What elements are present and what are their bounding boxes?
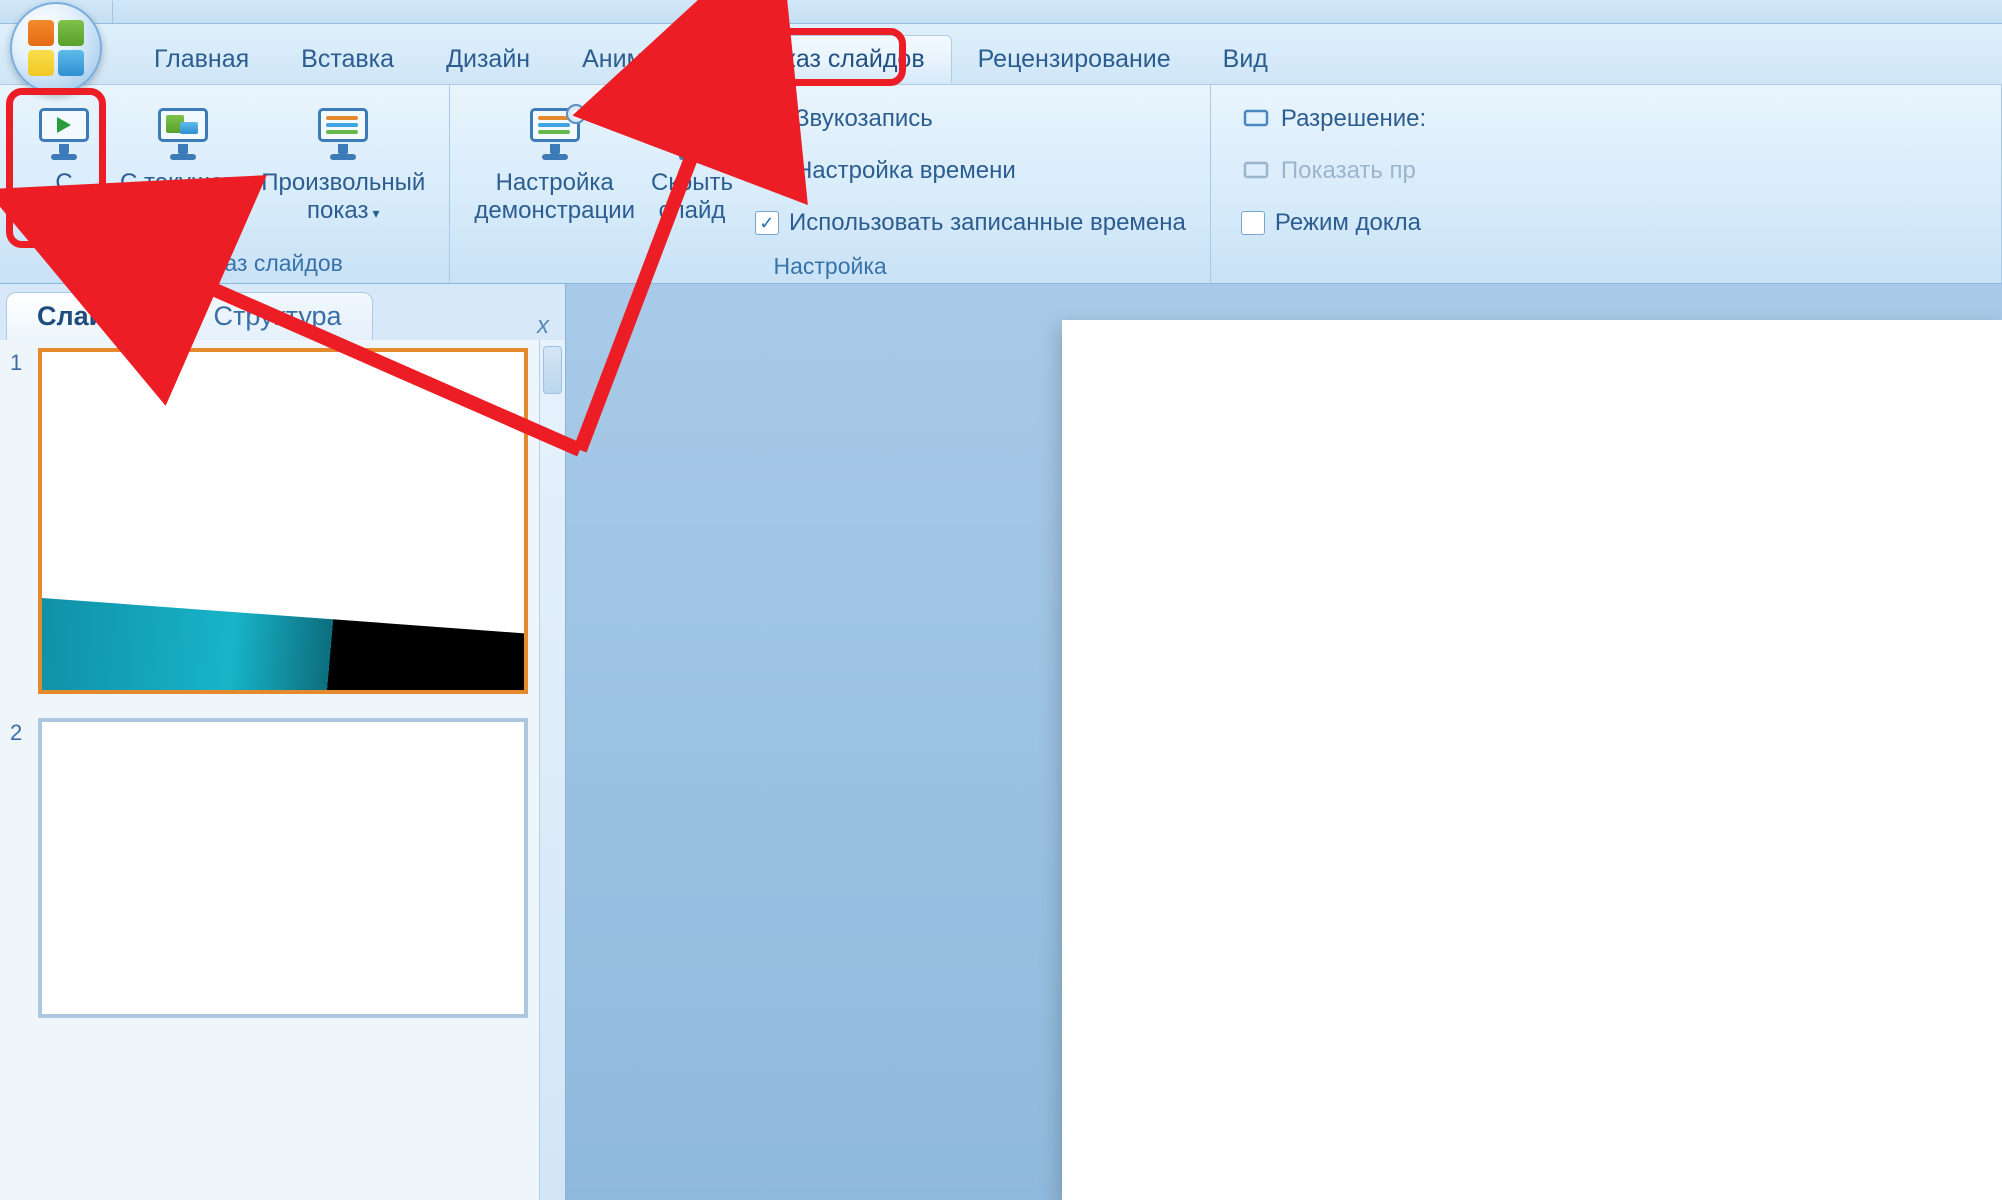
tab-review[interactable]: Рецензирование [952,35,1197,83]
slide-panel: Слайды Структура x 1 2 [0,284,566,1200]
thumbnail-scrollbar[interactable] [539,340,565,1200]
thumbnail-list: 1 2 [0,340,539,1200]
from-current-button[interactable]: С текущего слайда [112,93,253,228]
ribbon-tab-row: Главная Вставка Дизайн Анимация Показ сл… [0,24,2002,84]
slide-thumbnail[interactable] [38,348,528,694]
from-current-label: С текущего слайда [120,169,245,224]
hide-slide-button[interactable]: Скрыть слайд [643,93,741,228]
group-start-title: Начать показ слайдов [16,246,433,279]
group-setup-title: Настройка [466,249,1194,282]
resolution-icon [1241,106,1271,132]
monitor-hide-icon [663,106,721,160]
setup-show-label: Настройка демонстрации [474,169,635,224]
use-timings-label: Использовать записанные времена [789,209,1186,237]
thumbnail-number: 1 [10,348,32,376]
pane-close-button[interactable]: x [537,312,549,340]
show-on-row: Показать пр [1233,145,1434,197]
group-monitors-title [1227,273,1985,279]
presenter-label: Режим докла [1275,209,1421,237]
show-on-label: Показать пр [1281,157,1416,185]
pane-tab-slides[interactable]: Слайды [6,292,176,340]
record-label: Звукозапись [795,105,933,133]
monitor-setup-icon [526,106,584,160]
office-button[interactable] [10,2,102,94]
office-logo-icon [28,20,84,76]
from-beginning-button[interactable]: С начала [16,93,112,228]
thumbnail-number: 2 [10,718,32,746]
tab-insert[interactable]: Вставка [275,35,420,83]
setup-show-button[interactable]: Настройка демонстрации [466,93,643,228]
resolution-label: Разрешение: [1281,105,1426,133]
rehearse-timings-button[interactable]: Настройка времени [747,145,1194,197]
thumbnail-row[interactable]: 1 [10,348,529,694]
slide-canvas [566,284,2002,1200]
checkbox-icon: ✓ [755,211,779,235]
monitor-play-icon [35,106,93,160]
from-beginning-label: С начала [24,169,103,224]
pane-tab-outline[interactable]: Структура [182,292,372,340]
rehearse-label: Настройка времени [795,157,1016,185]
record-icon [755,106,785,132]
monitor-current-icon [154,106,212,160]
presenter-view-row[interactable]: ✓ Режим докла [1233,197,1434,249]
show-on-icon [1241,158,1271,184]
tab-design[interactable]: Дизайн [420,35,556,83]
group-monitors: Разрешение: Показать пр ✓ Режим докла [1211,85,2002,283]
custom-show-label: Произвольный показ▾ [261,169,425,224]
group-setup: Настройка демонстрации Скрыть слайд Звук… [450,85,1211,283]
clock-icon [755,158,785,184]
tab-view[interactable]: Вид [1197,35,1294,83]
monitor-custom-icon [314,106,372,160]
slide-thumbnail[interactable] [38,718,528,1018]
resolution-row[interactable]: Разрешение: [1233,93,1434,145]
checkbox-icon: ✓ [1241,211,1265,235]
current-slide[interactable] [1062,320,2002,1200]
tab-animations[interactable]: Анимация [556,35,725,83]
group-start-slideshow: С начала С текущего слайда Произвольный … [0,85,450,283]
tab-slideshow[interactable]: Показ слайдов [725,35,951,83]
custom-show-button[interactable]: Произвольный показ▾ [253,93,433,228]
record-narration-button[interactable]: Звукозапись [747,93,1194,145]
ribbon: С начала С текущего слайда Произвольный … [0,84,2002,284]
tab-home[interactable]: Главная [128,35,275,83]
use-timings-checkbox-row[interactable]: ✓ Использовать записанные времена [747,197,1194,249]
thumbnail-row[interactable]: 2 [10,718,529,1018]
hide-slide-label: Скрыть слайд [651,169,733,224]
scrollbar-thumb[interactable] [543,346,562,394]
